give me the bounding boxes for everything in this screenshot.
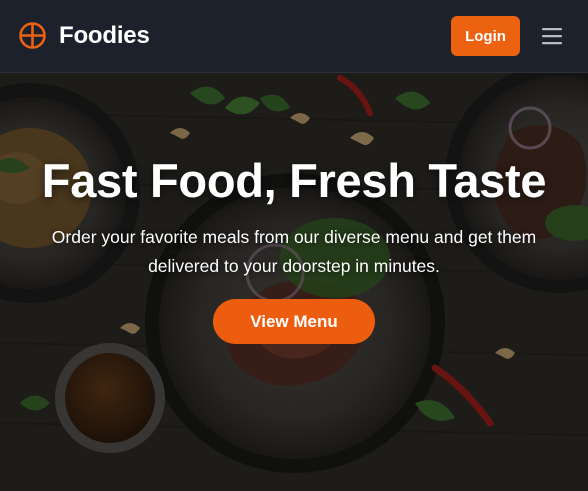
brand-name: Foodies <box>59 22 150 49</box>
navbar: Foodies Login <box>0 0 588 73</box>
hero-subtitle-line1: Order your favorite meals from our diver… <box>51 227 537 247</box>
hero-section: Fast Food, Fresh Taste Order your favori… <box>0 73 588 491</box>
hero-title: Fast Food, Fresh Taste <box>41 154 547 207</box>
circle-cross-logo-icon <box>19 22 46 49</box>
hero-subtitle: Order your favorite meals from our diver… <box>20 223 568 281</box>
hero-subtitle-line2: delivered to your doorstep in minutes. <box>148 256 440 276</box>
hero-dark-overlay <box>0 73 588 491</box>
brand-logo[interactable]: Foodies <box>18 21 150 50</box>
hamburger-menu-button[interactable] <box>541 26 563 46</box>
hamburger-menu-icon <box>542 28 562 45</box>
login-button[interactable]: Login <box>451 16 520 56</box>
view-menu-button[interactable]: View Menu <box>213 299 375 344</box>
